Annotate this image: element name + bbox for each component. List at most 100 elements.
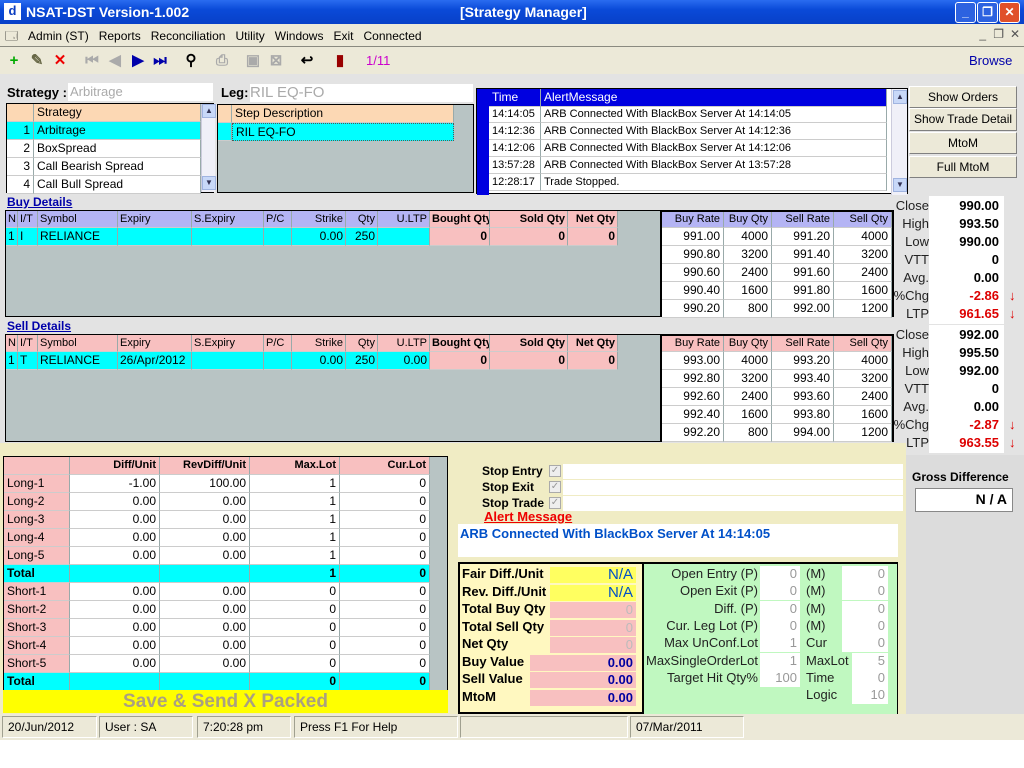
lots-cell[interactable]: 0.00: [70, 637, 160, 655]
sell-column-header[interactable]: Net Qty: [568, 335, 618, 352]
alert-time[interactable]: 12:28:17: [489, 174, 541, 191]
alert-message[interactable]: ARB Connected With BlackBox Server At 13…: [541, 157, 887, 174]
previous-record-icon[interactable]: ◀: [105, 51, 125, 71]
child-restore-button[interactable]: ❐: [993, 27, 1004, 41]
menu-utility[interactable]: Utility: [230, 26, 269, 46]
buy-column-header[interactable]: S.Expiry: [192, 211, 264, 228]
strategy-row[interactable]: BoxSpread: [34, 140, 201, 158]
action-show-trade-detail-button[interactable]: Show Trade Detail: [909, 108, 1017, 131]
lots-cell[interactable]: 0: [250, 601, 340, 619]
lots-cell[interactable]: 0.00: [160, 619, 250, 637]
buy-column-header[interactable]: Strike: [292, 211, 346, 228]
first-record-icon[interactable]: ⏮: [82, 51, 102, 71]
buy-column-header[interactable]: Symbol: [38, 211, 118, 228]
lots-cell[interactable]: 0.00: [70, 529, 160, 547]
lots-cell[interactable]: 0: [250, 583, 340, 601]
sell-leg-cell[interactable]: 0: [490, 352, 568, 370]
buy-column-header[interactable]: P/C: [264, 211, 292, 228]
sell-leg-cell[interactable]: 1: [6, 352, 18, 370]
buy-column-header[interactable]: Sold Qty: [490, 211, 568, 228]
buy-column-header[interactable]: Qty: [346, 211, 378, 228]
lots-cell[interactable]: 0.00: [70, 511, 160, 529]
sell-column-header[interactable]: I/T: [18, 335, 38, 352]
scroll-down-icon[interactable]: ▼: [893, 178, 907, 192]
lots-cell[interactable]: [160, 565, 250, 583]
lots-cell[interactable]: 0.00: [160, 637, 250, 655]
lots-cell[interactable]: 0.00: [70, 547, 160, 565]
sell-leg-cell[interactable]: 0.00: [292, 352, 346, 370]
close-button[interactable]: ✕: [999, 2, 1020, 23]
lots-cell[interactable]: 0: [340, 475, 430, 493]
strategy-field[interactable]: Arbitrage: [68, 83, 213, 101]
lots-cell[interactable]: 1: [250, 565, 340, 583]
alert-message[interactable]: ARB Connected With BlackBox Server At 14…: [541, 123, 887, 140]
buy-leg-cell[interactable]: [118, 228, 192, 246]
lots-cell[interactable]: 0.00: [70, 493, 160, 511]
strategy-row-number[interactable]: 4: [7, 176, 34, 194]
buy-leg-cell[interactable]: 1: [6, 228, 18, 246]
alert-time[interactable]: 14:12:06: [489, 140, 541, 157]
sell-column-header[interactable]: Sold Qty: [490, 335, 568, 352]
buy-leg-cell[interactable]: [192, 228, 264, 246]
strategy-row[interactable]: Arbitrage: [34, 122, 201, 140]
lots-cell[interactable]: 0.00: [160, 511, 250, 529]
strategy-row-number[interactable]: 3: [7, 158, 34, 176]
lots-cell[interactable]: -1.00: [70, 475, 160, 493]
lots-cell[interactable]: 0: [340, 529, 430, 547]
sell-column-header[interactable]: S.Expiry: [192, 335, 264, 352]
sell-column-header[interactable]: P/C: [264, 335, 292, 352]
sell-column-header[interactable]: U.LTP: [378, 335, 430, 352]
leg-field[interactable]: RIL EQ-FO: [250, 84, 473, 102]
last-record-icon[interactable]: ⏭: [150, 51, 170, 71]
alert-message[interactable]: ARB Connected With BlackBox Server At 14…: [541, 106, 887, 123]
strategy-row[interactable]: Call Bearish Spread: [34, 158, 201, 176]
next-record-icon[interactable]: ▶: [128, 51, 148, 71]
buy-leg-cell[interactable]: I: [18, 228, 38, 246]
lots-cell[interactable]: 0.00: [160, 655, 250, 673]
lots-cell[interactable]: 0.00: [70, 601, 160, 619]
sell-leg-cell[interactable]: 26/Apr/2012: [118, 352, 192, 370]
lots-cell[interactable]: 0: [340, 655, 430, 673]
stop-entry-field[interactable]: [563, 464, 903, 479]
action-show-orders-button[interactable]: Show Orders: [909, 86, 1017, 108]
add-icon[interactable]: +: [4, 51, 24, 71]
buy-leg-cell[interactable]: 0: [490, 228, 568, 246]
stop-exit-checkbox[interactable]: ✓: [549, 481, 561, 493]
scroll-up-icon[interactable]: ▲: [893, 90, 907, 104]
lots-cell[interactable]: [70, 673, 160, 691]
menu-connected[interactable]: Connected: [359, 26, 427, 46]
sell-leg-cell[interactable]: 0: [568, 352, 618, 370]
sell-column-header[interactable]: N: [6, 335, 18, 352]
lots-cell[interactable]: [160, 673, 250, 691]
lots-cell[interactable]: [70, 565, 160, 583]
minimize-button[interactable]: _: [955, 2, 976, 23]
lots-cell[interactable]: 0.00: [160, 601, 250, 619]
child-minimize-button[interactable]: _: [979, 27, 986, 41]
sell-column-header[interactable]: Strike: [292, 335, 346, 352]
lots-cell[interactable]: 1: [250, 511, 340, 529]
lots-cell[interactable]: 0.00: [160, 547, 250, 565]
lots-cell[interactable]: 0.00: [70, 619, 160, 637]
lots-cell[interactable]: 1: [250, 529, 340, 547]
lots-cell[interactable]: 0: [340, 601, 430, 619]
stop-entry-checkbox[interactable]: ✓: [549, 465, 561, 477]
alert-message[interactable]: Trade Stopped.: [541, 174, 887, 191]
menu-reports[interactable]: Reports: [94, 26, 146, 46]
restore-button[interactable]: ❐: [977, 2, 998, 23]
buy-leg-cell[interactable]: [264, 228, 292, 246]
buy-leg-cell[interactable]: RELIANCE: [38, 228, 118, 246]
buy-column-header[interactable]: I/T: [18, 211, 38, 228]
buy-leg-cell[interactable]: 0: [430, 228, 490, 246]
child-close-button[interactable]: ✕: [1010, 27, 1020, 41]
alert-message[interactable]: ARB Connected With BlackBox Server At 14…: [541, 140, 887, 157]
alert-time[interactable]: 14:12:36: [489, 123, 541, 140]
sell-leg-cell[interactable]: 0: [430, 352, 490, 370]
sell-column-header[interactable]: Bought Qty: [430, 335, 490, 352]
buy-column-header[interactable]: Net Qty: [568, 211, 618, 228]
sell-column-header[interactable]: Symbol: [38, 335, 118, 352]
buy-leg-cell[interactable]: 0.00: [292, 228, 346, 246]
alert-log-scrollbar[interactable]: ▲ ▼: [891, 89, 907, 195]
action-mtom-button[interactable]: MtoM: [909, 132, 1017, 154]
alert-time[interactable]: 14:14:05: [489, 106, 541, 123]
buy-column-header[interactable]: U.LTP: [378, 211, 430, 228]
